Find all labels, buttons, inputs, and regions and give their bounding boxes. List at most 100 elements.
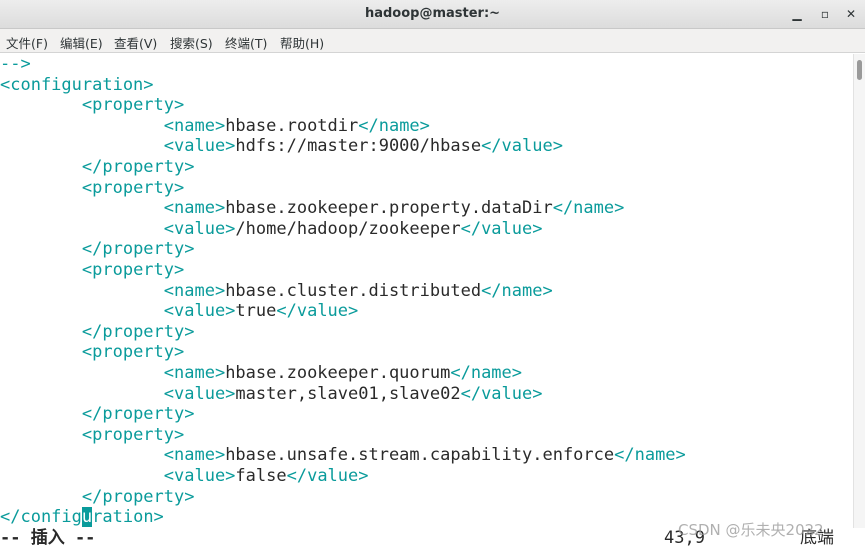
xml-tag-token: </config [0,507,82,528]
xml-tag-token: <property> [81,177,185,198]
code-line: <value>false</value> [0,466,369,487]
code-line: </property> [0,157,195,178]
code-line: <property> [0,95,184,116]
text-cursor: u [81,507,93,528]
code-line: <value>master,slave01,slave02</value> [0,383,543,405]
xml-tag-token: ration> [92,507,164,528]
xml-tag-token: </value> [286,466,369,486]
xml-tag-token: <value> [163,136,236,157]
text-token: master,slave01,slave02 [235,383,461,404]
text-token: hbase.zookeeper.property.dataDir [225,198,553,219]
text-token: false [235,466,287,486]
code-line: <property> [0,425,184,446]
code-line: <value>hdfs://master:9000/hbase</value> [0,136,563,157]
xml-tag-token: </name> [481,280,553,301]
code-line: <name>hbase.zookeeper.property.dataDir</… [0,198,625,219]
menu-edit[interactable]: 编辑(E) [60,33,103,52]
terminal-editor-area[interactable]: --> <configuration> <property> <name>hbas… [0,54,853,528]
code-line: <property> [0,178,184,199]
code-line: </property> [0,486,195,508]
code-line: <property> [0,342,184,363]
code-line: <name>hbase.unsafe.stream.capability.enf… [0,445,686,466]
text-token: hdfs://master:9000/hbase [235,136,482,157]
scrollbar[interactable] [853,54,865,528]
code-line: </property> [0,404,195,425]
xml-tag-token: </property> [81,404,195,425]
xml-tag-token: </value> [481,136,563,157]
code-line: <configuration> [0,75,154,96]
xml-tag-token: </name> [552,198,625,219]
menu-terminal[interactable]: 终端(T) [225,33,267,52]
xml-tag-token: <name> [163,280,226,301]
menu-search[interactable]: 搜索(S) [170,33,213,52]
text-token: hbase.zookeeper.quorum [225,363,451,383]
watermark: CSDN @乐未央2022 [678,521,824,539]
xml-tag-token: <value> [163,383,236,404]
maximize-icon[interactable]: ▫ [816,5,834,23]
xml-tag-token: <name> [163,363,226,383]
xml-tag-token: </name> [358,115,430,136]
xml-tag-token: </property> [81,321,195,342]
menu-help[interactable]: 帮助(H) [280,33,324,52]
window-titlebar[interactable]: hadoop@master:~ ▁ ▫ ✕ [0,0,865,29]
code-line: </configuration> [0,507,164,528]
menu-view[interactable]: 查看(V) [114,33,157,52]
text-token: hbase.cluster.distributed [225,280,482,301]
code-line: <property> [0,260,184,281]
code-line: <name>hbase.cluster.distributed</name> [0,281,553,302]
vim-mode-indicator: -- 插入 -- [0,528,96,548]
xml-tag-token: <name> [163,198,226,219]
menu-file[interactable]: 文件(F) [6,33,48,52]
xml-tag-token: <property> [81,342,185,363]
code-line: <name>hbase.rootdir</name> [0,116,430,137]
window-title: hadoop@master:~ [364,6,501,21]
code-line: <name>hbase.zookeeper.quorum</name> [0,363,522,384]
xml-tag-token: </property> [81,157,195,177]
xml-tag-token: <value> [163,218,236,239]
code-line: <value>/home/hadoop/zookeeper</value> [0,218,543,240]
scrollbar-thumb[interactable] [857,60,862,80]
minimize-icon[interactable]: ▁ [788,5,806,23]
text-token: hbase.unsafe.stream.capability.enforce [225,445,615,466]
menu-bar: 文件(F) 编辑(E) 查看(V) 搜索(S) 终端(T) 帮助(H) [0,29,865,53]
xml-tag-token: </value> [460,383,543,404]
xml-tag-token: <name> [163,115,226,136]
xml-tag-token: </name> [450,363,523,383]
xml-tag-token: </value> [460,218,543,239]
text-token: hbase.rootdir [225,115,359,136]
xml-tag-token: --> [0,54,31,74]
code-line: </property> [0,239,195,260]
close-icon[interactable]: ✕ [842,5,860,23]
xml-tag-token: </property> [81,486,195,507]
xml-tag-token: </name> [614,445,686,466]
xml-tag-token: <configuration> [0,74,154,95]
text-token: true [235,301,277,322]
code-line: --> [0,54,31,75]
code-line: <value>true</value> [0,301,359,322]
xml-tag-token: </value> [276,301,359,322]
text-token: /home/hadoop/zookeeper [235,218,461,239]
xml-tag-token: <property> [81,424,185,445]
xml-tag-token: <name> [163,445,226,466]
xml-tag-token: <value> [163,301,236,322]
xml-tag-token: <value> [163,466,236,486]
